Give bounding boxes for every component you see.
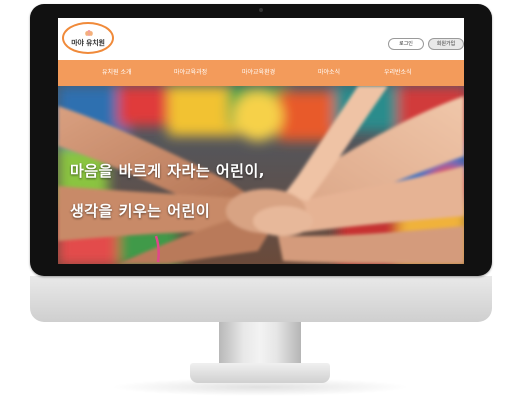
logo-text: 마야 유치원 — [71, 39, 105, 47]
hero-banner: 마음을 바르게 자라는 어린이, 생각을 키우는 어린이 — [58, 86, 464, 264]
nav-item-class-news[interactable]: 우리반소식 — [384, 60, 412, 86]
nav-item-about[interactable]: 유치원 소개 — [102, 60, 132, 86]
flower-icon — [85, 30, 93, 36]
join-button[interactable]: 회원가입 — [428, 38, 464, 50]
site-header: 마야 유치원 로그인 회원가입 — [58, 18, 464, 60]
login-button[interactable]: 로그인 — [388, 38, 424, 50]
monitor-neck — [219, 322, 301, 366]
nav-item-curriculum[interactable]: 마야교육과정 — [174, 60, 207, 86]
monitor-foot — [190, 363, 330, 383]
monitor-chin — [30, 276, 492, 322]
site-logo[interactable]: 마야 유치원 — [62, 22, 114, 54]
website-screen: 마야 유치원 로그인 회원가입 유치원 소개 마야교육과정 마야교육환경 마야소… — [58, 18, 464, 264]
hero-headline-1: 마음을 바르게 자라는 어린이, — [70, 162, 265, 180]
camera-icon — [259, 8, 263, 12]
hero-headline-2: 생각을 키우는 어린이 — [70, 202, 211, 220]
nav-item-environment[interactable]: 마야교육환경 — [242, 60, 275, 86]
desktop-mockup: 마야 유치원 로그인 회원가입 유치원 소개 마야교육과정 마야교육환경 마야소… — [0, 0, 521, 403]
main-nav: 유치원 소개 마야교육과정 마야교육환경 마야소식 우리반소식 — [58, 60, 464, 86]
nav-item-news[interactable]: 마야소식 — [318, 60, 340, 86]
